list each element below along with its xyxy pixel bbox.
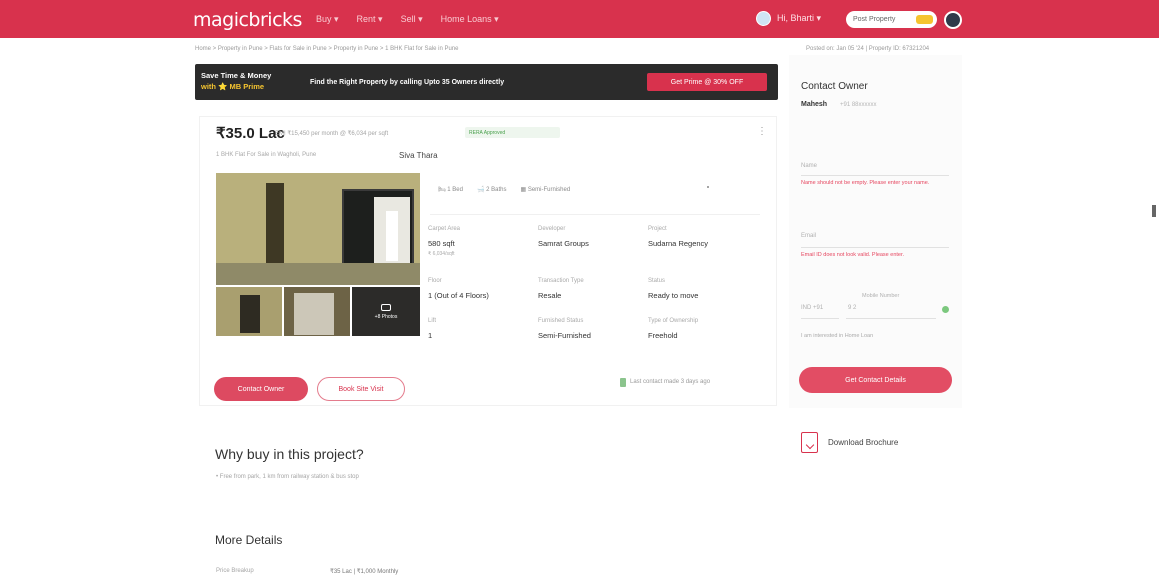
field-value: 580 sqft <box>428 239 455 248</box>
phone-icon <box>620 378 626 387</box>
menu-icon[interactable] <box>944 11 962 29</box>
magicbricks-logo[interactable]: magicbricks <box>193 9 302 31</box>
project-link[interactable]: Siva Thara <box>399 151 438 160</box>
phone-label: Mobile Number <box>862 293 900 299</box>
nav-sell[interactable]: Sell ▾ <box>401 14 423 25</box>
last-contact-text: Last contact made 3 days ago <box>630 379 711 385</box>
property-highlights: 🛏 1 Bed 🛁 2 Baths ▦ Semi-Furnished <box>438 186 570 193</box>
contact-owner-button[interactable]: Contact Owner <box>214 377 308 401</box>
email-input[interactable]: Email <box>801 233 816 239</box>
get-prime-button[interactable]: Get Prime @ 30% OFF <box>647 73 767 91</box>
camera-icon <box>381 303 391 311</box>
price-per-sqft: EMI ₹15,450 per month @ ₹6,034 per sqft <box>275 131 389 137</box>
main-property-photo[interactable] <box>216 173 420 285</box>
phone-input[interactable]: 9 2 <box>848 305 856 311</box>
rera-badge: RERA Approved <box>465 127 560 138</box>
field-label: Status <box>648 278 666 284</box>
price-breakup-label: Price Breakup <box>216 568 254 574</box>
main-nav: Buy ▾ Rent ▾ Sell ▾ Home Loans ▾ <box>316 14 499 25</box>
photo-floor <box>216 263 420 285</box>
banner-headline: Save Time & Money with ⭐ MB Prime <box>201 70 301 92</box>
field-value: Freehold <box>648 331 678 340</box>
field-label: Lift <box>428 318 437 324</box>
bed-info: 🛏 1 Bed <box>438 187 463 193</box>
more-photos-thumbnail[interactable]: +8 Photos <box>352 287 420 336</box>
banner-line1: Save Time & Money <box>201 71 272 80</box>
field-value: Resale <box>538 291 562 300</box>
country-underline <box>801 318 839 319</box>
banner-message: Find the Right Property by calling Upto … <box>310 79 505 86</box>
photo-thumbnail[interactable] <box>216 287 282 336</box>
contact-owner-title: Contact Owner <box>801 81 868 92</box>
field-label: Carpet Area <box>428 226 461 232</box>
book-site-visit-button[interactable]: Book Site Visit <box>317 377 405 401</box>
field-label: Developer <box>538 226 566 232</box>
field-label: Floor <box>428 278 442 284</box>
photo-thumbnail[interactable] <box>284 287 350 336</box>
email-error: Email ID does not look valid. Please ent… <box>801 252 905 258</box>
get-prime-label: Get Prime @ 30% OFF <box>670 78 744 86</box>
email-input-underline <box>801 247 949 248</box>
field-sub: ₹ 6,034/sqft <box>428 251 455 257</box>
scrollbar-thumb[interactable] <box>1152 205 1156 217</box>
verified-check-icon <box>942 306 949 313</box>
user-name[interactable]: Hi, Bharti ▾ <box>777 13 821 24</box>
divider <box>430 214 760 215</box>
download-icon[interactable] <box>801 432 818 453</box>
developer-link[interactable]: Samrat Groups <box>538 239 589 248</box>
user-menu[interactable]: Hi, Bharti ▾ <box>756 11 821 26</box>
nav-rent[interactable]: Rent ▾ <box>357 14 383 25</box>
field-label: Transaction Type <box>538 278 584 284</box>
top-navigation-bar <box>0 0 1159 38</box>
name-input[interactable]: Name <box>801 163 817 169</box>
posted-on: Posted on: Jan 05 '24 | Property ID: 673… <box>806 46 930 52</box>
breadcrumb[interactable]: Home > Property in Pune > Flats for Sale… <box>195 46 458 52</box>
field-value: 1 <box>428 331 433 340</box>
post-property-label: Post Property <box>853 16 896 23</box>
phone-underline <box>846 318 936 319</box>
free-badge <box>916 15 933 24</box>
bath-info: 🛁 2 Baths <box>476 187 507 193</box>
country-code-select[interactable]: IND +91 <box>801 305 823 311</box>
field-label: Project <box>648 226 667 232</box>
owner-name: Mahesh <box>801 101 828 108</box>
get-contact-details-label: Get Contact Details <box>845 376 906 384</box>
separator-dot <box>707 186 709 188</box>
more-details-title: More Details <box>215 533 283 547</box>
post-property-button[interactable]: Post Property <box>846 11 937 28</box>
why-buy-bullet: • Free from park, 1 km from railway stat… <box>216 474 359 480</box>
photo-door <box>266 183 284 271</box>
banner-line2: with ⭐ MB Prime <box>201 82 265 91</box>
why-buy-title: Why buy in this project? <box>215 446 364 462</box>
field-label: Furnished Status <box>538 318 584 324</box>
owner-phone: +91 88xxxxxx <box>840 102 877 108</box>
photo-count: +8 Photos <box>374 313 398 320</box>
nav-home-loans[interactable]: Home Loans ▾ <box>441 14 499 25</box>
project-name-link[interactable]: Sudarna Regency <box>648 239 708 248</box>
property-summary: 1 BHK Flat For Sale in Wagholi, Pune <box>216 152 317 158</box>
field-value: Semi-Furnished <box>538 331 591 340</box>
nav-buy[interactable]: Buy ▾ <box>316 14 339 25</box>
book-site-visit-label: Book Site Visit <box>338 385 384 393</box>
contact-owner-label: Contact Owner <box>237 385 285 393</box>
get-contact-details-button[interactable]: Get Contact Details <box>799 367 952 393</box>
field-value: 1 (Out of 4 Floors) <box>428 291 489 300</box>
field-label: Type of Ownership <box>648 318 699 324</box>
download-brochure-link[interactable]: Download Brochure <box>828 438 898 447</box>
rera-label: RERA Approved <box>469 129 506 136</box>
more-options-icon[interactable]: ⋮ <box>757 126 767 137</box>
furnishing-info: ▦ Semi-Furnished <box>520 187 571 193</box>
field-value: Ready to move <box>648 291 699 300</box>
avatar[interactable] <box>756 11 771 26</box>
name-input-underline <box>801 175 949 176</box>
prime-banner[interactable]: Save Time & Money with ⭐ MB Prime Find t… <box>195 64 778 100</box>
name-error: Name should not be empty. Please enter y… <box>801 180 930 186</box>
home-loan-checkbox[interactable]: I am interested in Home Loan <box>801 333 873 339</box>
price-breakup-value: ₹35 Lac | ₹1,000 Monthly <box>330 569 399 575</box>
